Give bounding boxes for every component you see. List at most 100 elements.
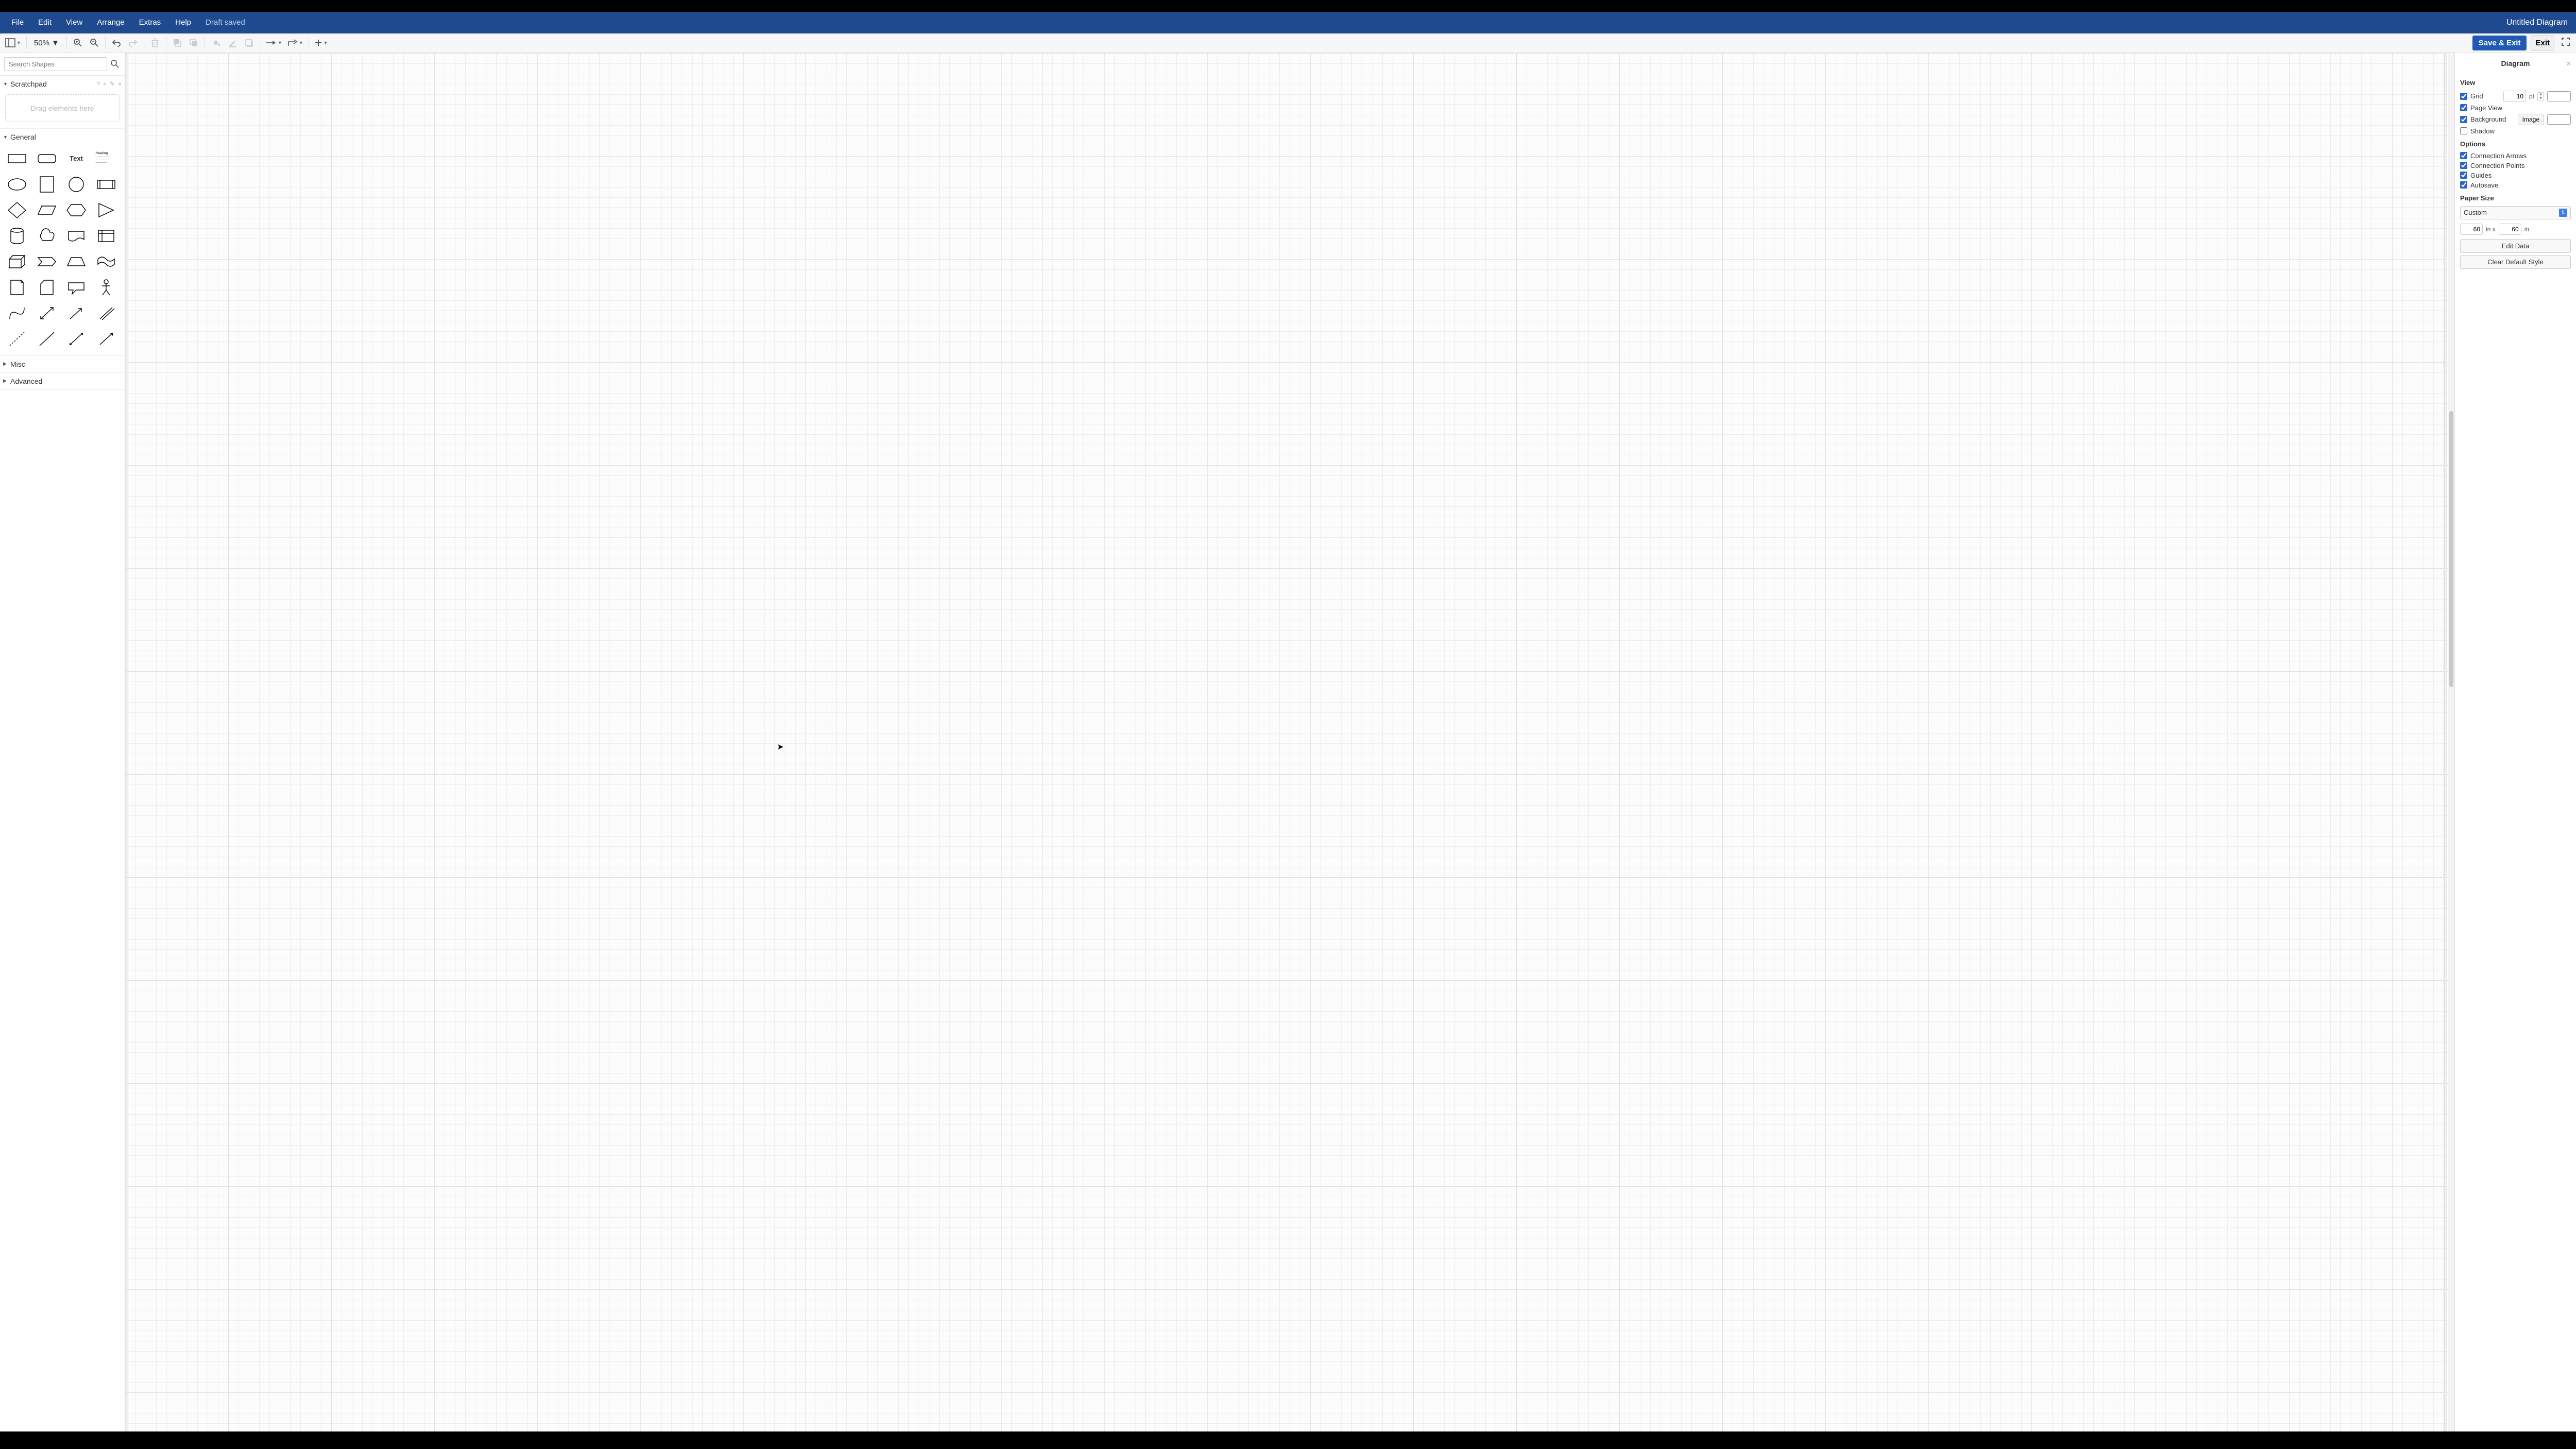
shape-step[interactable] <box>36 252 58 271</box>
format-panel-title: Diagram <box>2501 59 2530 67</box>
shape-callout[interactable] <box>65 278 87 297</box>
close-panel-button[interactable]: × <box>2567 59 2571 67</box>
waypoints-dropdown[interactable]: ▼ <box>285 39 306 47</box>
select-caret-icon: ⇅ <box>2559 209 2567 217</box>
menu-arrange[interactable]: Arrange <box>90 18 131 27</box>
shape-ellipse[interactable] <box>6 175 28 194</box>
document-title[interactable]: Untitled Diagram <box>2506 18 2572 27</box>
fullscreen-button[interactable] <box>2558 35 2573 52</box>
shape-bidirectional-connector[interactable] <box>65 330 87 348</box>
shape-rounded-rectangle[interactable] <box>36 149 58 168</box>
shape-process[interactable] <box>95 175 117 194</box>
background-image-button[interactable]: Image <box>2518 114 2544 125</box>
scratchpad-help-icon[interactable]: ? <box>96 80 100 88</box>
shape-curve[interactable] <box>6 304 28 322</box>
shape-cylinder[interactable] <box>6 227 28 245</box>
shape-line[interactable] <box>36 330 58 348</box>
scratchpad-dropzone[interactable]: Drag elements here <box>5 94 120 122</box>
menu-view[interactable]: View <box>59 18 90 27</box>
background-color-swatch[interactable] <box>2547 114 2571 125</box>
undo-button[interactable] <box>109 35 124 50</box>
connection-dropdown[interactable]: ▼ <box>263 40 284 46</box>
scrollbar-thumb[interactable] <box>2449 411 2453 687</box>
grid-size-input[interactable] <box>2503 91 2526 102</box>
shape-trapezoid[interactable] <box>65 252 87 271</box>
pageview-checkbox[interactable] <box>2460 104 2467 111</box>
shape-textbox[interactable]: Heading────────────────────── <box>95 149 117 168</box>
grid-label: Grid <box>2470 92 2500 100</box>
line-color-button[interactable] <box>225 35 240 50</box>
clear-default-style-button[interactable]: Clear Default Style <box>2460 255 2571 269</box>
sidebar-right: Diagram × View Grid pt ▲▼ Page View Back… <box>2454 53 2576 1432</box>
menu-file[interactable]: File <box>4 18 31 27</box>
scratchpad-close-icon[interactable]: × <box>118 80 122 88</box>
connection-points-checkbox[interactable] <box>2460 162 2467 169</box>
general-header[interactable]: General <box>0 129 125 145</box>
paper-height-input[interactable] <box>2499 224 2521 235</box>
paper-size-select[interactable]: Custom ⇅ <box>2460 206 2571 219</box>
shape-rectangle[interactable] <box>6 149 28 168</box>
guides-checkbox[interactable] <box>2460 172 2467 179</box>
grid-checkbox[interactable] <box>2460 93 2467 100</box>
paper-width-input[interactable] <box>2460 224 2483 235</box>
general-title: General <box>10 133 36 141</box>
misc-header[interactable]: Misc <box>0 356 125 372</box>
menu-edit[interactable]: Edit <box>31 18 59 27</box>
scratchpad-header[interactable]: Scratchpad ? + ✎ × <box>0 76 125 92</box>
shape-bidirectional-arrow[interactable] <box>36 304 58 322</box>
caret-down-icon: ▼ <box>299 40 303 45</box>
zoom-in-button[interactable] <box>70 35 86 50</box>
shape-tape[interactable] <box>95 252 117 271</box>
canvas-grid <box>125 53 2454 1432</box>
shape-square[interactable] <box>36 175 58 194</box>
shape-circle[interactable] <box>65 175 87 194</box>
shape-internal-storage[interactable] <box>95 227 117 245</box>
to-front-button[interactable] <box>170 35 185 50</box>
shadow-checkbox[interactable] <box>2460 127 2467 134</box>
options-section-title: Options <box>2460 140 2571 148</box>
grid-stepper[interactable]: ▲▼ <box>2537 92 2544 100</box>
grid-color-swatch[interactable] <box>2547 91 2571 101</box>
misc-title: Misc <box>10 360 25 368</box>
exit-button[interactable]: Exit <box>2531 36 2554 50</box>
shape-actor[interactable] <box>95 278 117 297</box>
search-shapes-input[interactable] <box>4 57 107 71</box>
connection-arrows-checkbox[interactable] <box>2460 152 2467 159</box>
shape-dashed-line[interactable] <box>6 330 28 348</box>
zoom-dropdown[interactable]: 50% ▼ <box>30 39 63 47</box>
shape-note[interactable] <box>6 278 28 297</box>
shape-document[interactable] <box>65 227 87 245</box>
search-button[interactable] <box>109 58 121 70</box>
sidebar-toggle-button[interactable]: ▼ <box>3 38 23 47</box>
save-exit-button[interactable]: Save & Exit <box>2472 36 2527 50</box>
menu-help[interactable]: Help <box>168 18 198 27</box>
shape-text[interactable]: Text <box>65 149 87 168</box>
scratchpad-title: Scratchpad <box>10 80 47 88</box>
shape-card[interactable] <box>36 278 58 297</box>
fill-color-button[interactable] <box>208 35 224 50</box>
insert-dropdown[interactable]: ▼ <box>312 39 330 47</box>
scratchpad-edit-icon[interactable]: ✎ <box>110 80 115 88</box>
shape-link[interactable] <box>95 304 117 322</box>
autosave-checkbox[interactable] <box>2460 181 2467 189</box>
redo-button[interactable] <box>125 35 141 50</box>
edit-data-button[interactable]: Edit Data <box>2460 239 2571 253</box>
zoom-out-button[interactable] <box>87 35 102 50</box>
shape-parallelogram[interactable] <box>36 201 58 219</box>
background-checkbox[interactable] <box>2460 116 2467 123</box>
vertical-scrollbar[interactable] <box>2448 53 2454 1432</box>
shadow-button[interactable] <box>241 35 257 50</box>
scratchpad-add-icon[interactable]: + <box>103 80 107 88</box>
shape-diamond[interactable] <box>6 201 28 219</box>
advanced-header[interactable]: Advanced <box>0 373 125 389</box>
to-back-button[interactable] <box>186 35 201 50</box>
shape-cube[interactable] <box>6 252 28 271</box>
shape-directional-connector[interactable] <box>95 330 117 348</box>
shape-cloud[interactable] <box>36 227 58 245</box>
canvas[interactable]: ➤ <box>125 53 2454 1432</box>
shape-hexagon[interactable] <box>65 201 87 219</box>
shape-triangle[interactable] <box>95 201 117 219</box>
menu-extras[interactable]: Extras <box>132 18 168 27</box>
shape-arrow[interactable] <box>65 304 87 322</box>
delete-button[interactable] <box>147 35 163 50</box>
